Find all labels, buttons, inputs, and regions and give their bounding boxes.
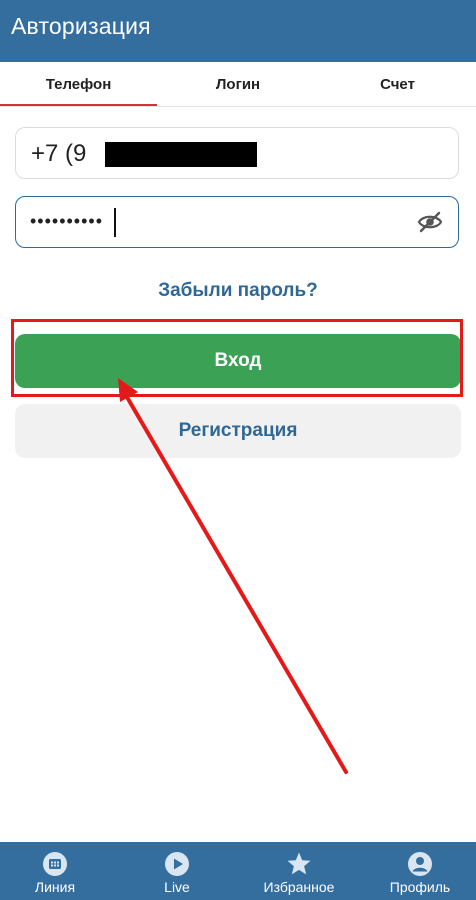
annotation-highlight-box	[11, 319, 463, 397]
nav-favorites[interactable]: Избранное	[252, 842, 346, 900]
nav-favorites-label: Избранное	[263, 879, 335, 895]
register-button[interactable]: Регистрация	[15, 404, 461, 458]
auth-tabs: Телефон Логин Счет	[0, 62, 476, 107]
nav-profile[interactable]: Профиль	[380, 842, 460, 900]
nav-line[interactable]: Линия	[20, 842, 90, 900]
tab-login[interactable]: Логин	[157, 62, 319, 106]
star-icon	[287, 852, 311, 875]
forgot-password-link[interactable]: Забыли пароль?	[0, 280, 476, 302]
active-tab-indicator	[0, 104, 157, 106]
nav-line-label: Линия	[34, 879, 76, 895]
password-input[interactable]: ••••••••••	[15, 196, 459, 248]
profile-icon	[408, 852, 432, 876]
eye-off-icon[interactable]	[417, 211, 443, 233]
bottom-navigation: Линия Live Избранное Профиль	[0, 842, 476, 900]
redaction-bar	[105, 142, 257, 167]
text-cursor	[114, 208, 116, 237]
tab-phone[interactable]: Телефон	[0, 62, 157, 106]
tab-account[interactable]: Счет	[319, 62, 476, 106]
phone-value: +7 (9	[31, 140, 87, 167]
page-title: Авторизация	[11, 13, 151, 39]
nav-live[interactable]: Live	[142, 842, 212, 900]
play-icon	[165, 852, 189, 876]
nav-profile-label: Профиль	[389, 879, 451, 895]
app-bar: Авторизация	[0, 0, 476, 62]
calendar-icon	[43, 852, 67, 876]
phone-input[interactable]: +7 (9	[15, 127, 459, 179]
nav-live-label: Live	[164, 879, 190, 895]
password-value: ••••••••••	[30, 211, 104, 231]
